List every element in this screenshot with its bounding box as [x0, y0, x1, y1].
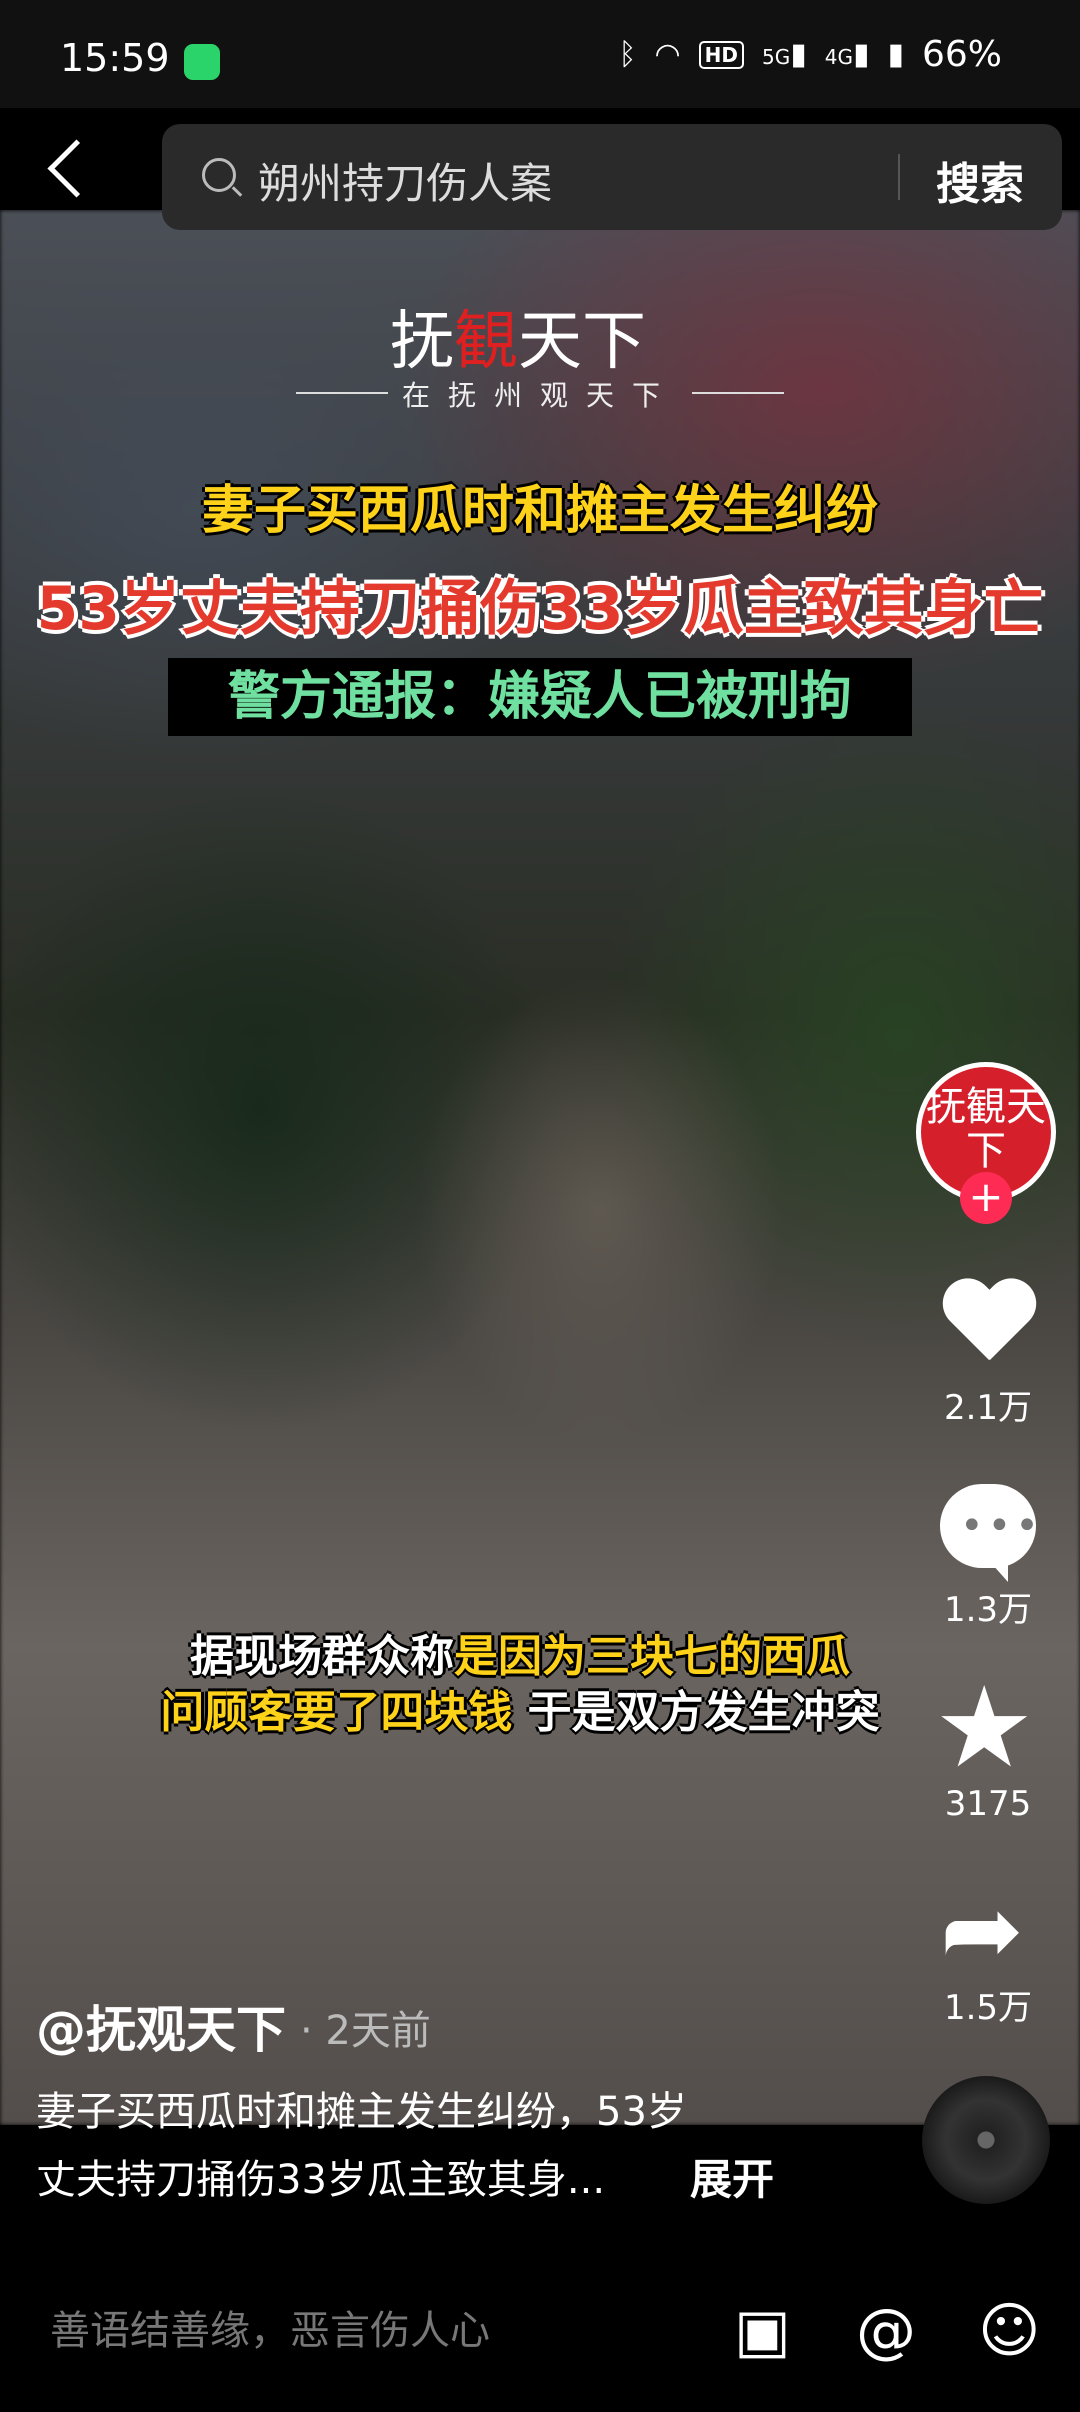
comment-count: 1.3万 — [943, 1590, 1033, 1630]
comment-input[interactable]: 善语结善缘，恶言伤人心 — [50, 2298, 490, 2356]
share-icon[interactable]: ➦ — [940, 1880, 1024, 1980]
author-name[interactable]: @抚观天下 — [36, 1990, 286, 2062]
search-button[interactable]: 搜索 — [936, 148, 1024, 212]
comment-icon[interactable]: ••• — [940, 1484, 1039, 1582]
channel-slogan: 在抚州观天下 — [290, 374, 790, 414]
battery-icon: ▮ — [887, 37, 904, 72]
search-icon — [202, 158, 236, 192]
search-input[interactable]: 朔州持刀伤人案 — [258, 150, 552, 211]
signal-4g-icon: 4G▮ — [824, 37, 870, 72]
favorite-icon[interactable]: ★ — [934, 1672, 1034, 1784]
wifi-icon: ◠ — [654, 37, 681, 72]
image-icon[interactable]: ▣ — [734, 2296, 791, 2366]
channel-logo: 抚観天下 — [390, 305, 646, 379]
search-divider — [898, 154, 900, 200]
video-subtitle-1: 据现场群众称是因为三块七的西瓜 — [190, 1631, 850, 1682]
video-subtitle-2: 问顾客要了四块钱 于是双方发生冲突 — [160, 1687, 880, 1738]
search-box[interactable]: 朔州持刀伤人案 搜索 — [162, 124, 1062, 230]
phone-call-icon — [184, 44, 220, 80]
favorite-count: 3175 — [944, 1784, 1032, 1824]
follow-button[interactable]: + — [960, 1172, 1012, 1224]
like-count: 2.1万 — [943, 1388, 1033, 1428]
post-description: 妻子买西瓜时和摊主发生纠纷，53岁 丈夫持刀捅伤33岁瓜主致其身... — [36, 2089, 687, 2203]
expand-button[interactable]: 展开 — [690, 2146, 774, 2207]
status-icons: ᛒ ◠ HD 5G▮ 4G▮ ▮ 66% — [618, 34, 1002, 75]
status-bar: 15:59 ᛒ ◠ HD 5G▮ 4G▮ ▮ 66% — [0, 0, 1080, 108]
status-time: 15:59 — [60, 36, 170, 80]
emoji-icon[interactable]: ☺ — [978, 2296, 1041, 2366]
headline-red: 53岁丈夫持刀捅伤33岁瓜主致其身亡 — [36, 574, 1044, 644]
post-time: · 2天前 — [300, 2008, 431, 2054]
bluetooth-icon: ᛒ — [618, 37, 637, 72]
signal-5g-icon: 5G▮ — [761, 37, 807, 72]
mention-icon[interactable]: @ — [856, 2296, 916, 2366]
share-count: 1.5万 — [943, 1988, 1033, 2028]
headline-police: 警方通报：嫌疑人已被刑拘 — [168, 658, 912, 736]
headline-yellow: 妻子买西瓜时和摊主发生纠纷 — [201, 481, 878, 541]
hd-icon: HD — [698, 40, 744, 69]
battery-level: 66% — [921, 34, 1002, 75]
like-icon[interactable] — [940, 1280, 1038, 1370]
music-disc-icon[interactable] — [922, 2076, 1050, 2204]
